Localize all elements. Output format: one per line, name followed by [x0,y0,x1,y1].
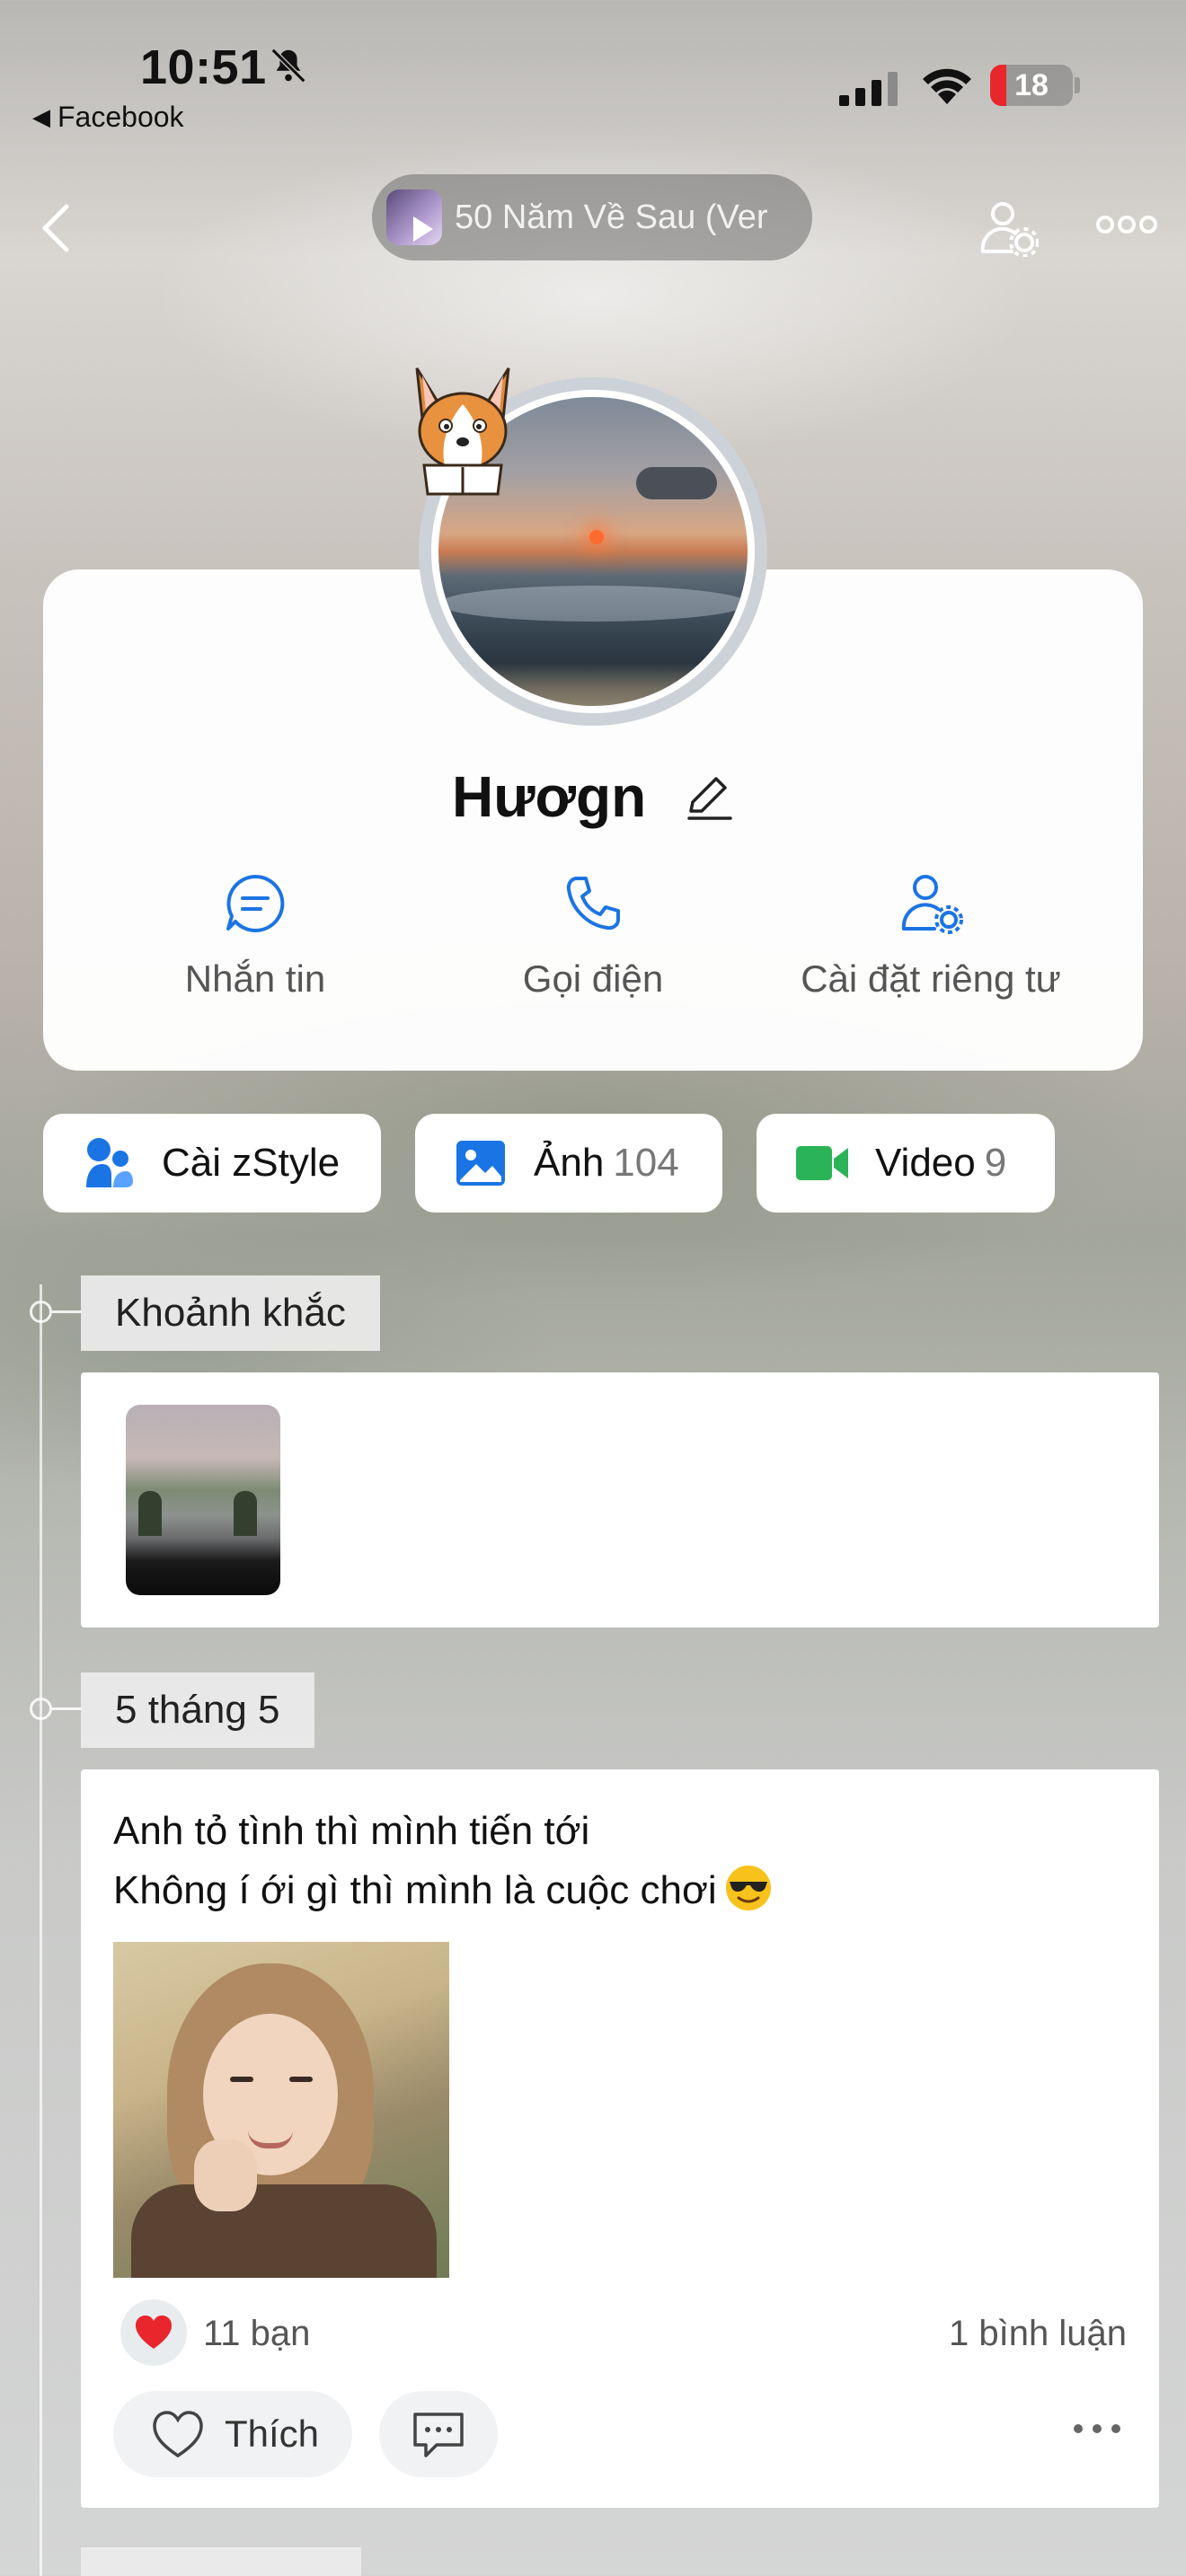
photos-label: Ảnh [534,1141,605,1185]
video-icon [796,1146,848,1180]
post-text-line-2: Không í ới gì thì mình là cuộc chơi [113,1868,717,1912]
photo-jacket [131,2184,437,2278]
message-label: Nhắn tin [184,957,326,1000]
videos-label: Video [875,1141,976,1185]
thumb-tree [138,1491,162,1536]
sunglasses-emoji-icon [725,1866,771,1910]
back-chevron-icon[interactable] [40,203,72,253]
message-icon [226,874,285,932]
profile-name-text: Hươgn [451,764,647,830]
post-text: Anh tỏ tình thì mình tiến tới Không í ới… [113,1802,773,1920]
cellular-signal-icon [839,72,898,106]
wifi-icon [923,68,971,104]
back-app-label: Facebook [58,101,184,133]
avatar-wave [438,586,748,622]
zstyle-icon [86,1138,133,1187]
photo-eye [289,2077,313,2082]
photos-count: 104 [613,1141,679,1185]
post-photo[interactable] [113,1942,449,2278]
battery-cap [1075,77,1080,93]
bell-off-icon [270,48,306,84]
videos-chip[interactable]: Video 9 [757,1114,1055,1213]
call-button[interactable]: Gọi điện [431,871,755,1001]
timeline-dot [30,1698,52,1720]
avatar-cloud [636,467,717,499]
photos-chip[interactable]: Ảnh 104 [415,1114,722,1213]
back-to-app-link[interactable]: ◀ Facebook [32,101,184,134]
heart-outline-icon [153,2411,203,2458]
user-settings-icon[interactable] [979,199,1039,257]
message-button[interactable]: Nhắn tin [93,871,417,1001]
next-section-label [81,2547,361,2576]
comment-button[interactable] [379,2391,498,2477]
profile-music-player[interactable]: 50 Năm Về Sau (Ver [372,174,812,260]
photo-hand [194,2139,257,2211]
timeline-dot [30,1301,52,1323]
battery-indicator: 18 [990,65,1073,106]
profile-name: Hươgn [0,759,1186,830]
post-card: Anh tỏ tình thì mình tiến tới Không í ới… [81,1769,1159,2508]
music-cover-thumbnail [386,190,442,245]
heart-filled-icon [136,2316,172,2349]
like-label: Thích [225,2413,320,2455]
comment-icon [413,2413,464,2457]
date-section-label: 5 tháng 5 [81,1672,314,1748]
avatar-sun [589,530,604,544]
post-text-line-1: Anh tỏ tình thì mình tiến tới [113,1809,590,1853]
timeline-line [40,1284,42,2576]
post-more-icon[interactable] [1071,2420,1123,2438]
moments-section-label: Khoảnh khắc [81,1275,380,1351]
moment-thumbnail[interactable] [126,1405,280,1595]
status-time: 10:51 [140,40,267,94]
privacy-settings-label: Cài đặt riêng tư [801,957,1061,1000]
comment-count[interactable]: 1 bình luận [949,2314,1127,2354]
edit-pencil-icon[interactable] [684,772,734,822]
battery-level: 18 [1014,68,1049,102]
play-icon [413,216,433,242]
photo-eye [230,2077,253,2082]
user-settings-icon [901,875,963,934]
music-title: 50 Năm Về Sau (Ver [455,198,768,236]
post-text-line-2-wrap: Không í ới gì thì mình là cuộc chơi [113,1861,773,1920]
more-options-icon[interactable] [1094,212,1159,237]
timeline-connector [52,1707,83,1710]
corgi-sticker-icon [415,367,510,496]
call-label: Gọi điện [522,957,664,1000]
videos-count: 9 [984,1141,1007,1185]
reaction-badge[interactable] [120,2299,187,2366]
reaction-count[interactable]: 11 bạn [203,2314,310,2354]
like-button[interactable]: Thích [113,2391,352,2477]
phone-icon [566,877,620,931]
zstyle-chip[interactable]: Cài zStyle [43,1114,381,1213]
timeline-connector [52,1310,83,1313]
photo-icon [456,1141,505,1186]
privacy-settings-button[interactable]: Cài đặt riêng tư [769,871,1093,1001]
moments-card [81,1372,1159,1628]
zstyle-label: Cài zStyle [162,1141,341,1185]
thumb-tree [234,1491,257,1536]
back-triangle-icon: ◀ [32,103,50,130]
